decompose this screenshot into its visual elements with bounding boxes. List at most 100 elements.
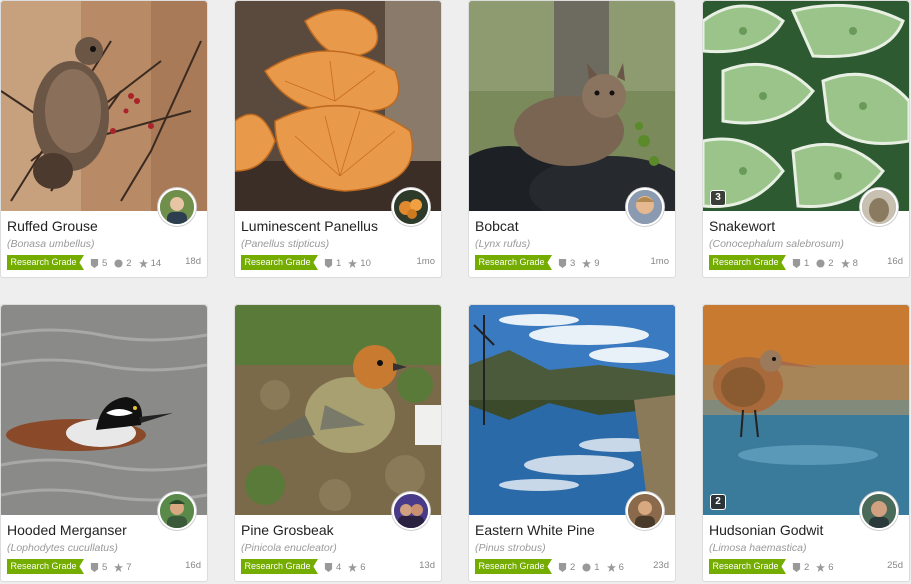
comment-icon bbox=[114, 258, 123, 268]
species-scientific-name: (Bonasa umbellus) bbox=[7, 238, 95, 250]
identifications-stat: 1 bbox=[324, 258, 341, 269]
observer-avatar[interactable] bbox=[860, 492, 898, 530]
observation-stats: 4 6 bbox=[324, 560, 373, 574]
star-icon bbox=[114, 562, 124, 572]
observation-photo[interactable] bbox=[469, 1, 675, 211]
species-common-name[interactable]: Hooded Merganser bbox=[7, 522, 155, 538]
comment-icon bbox=[582, 562, 591, 572]
observation-age: 16d bbox=[887, 256, 903, 267]
observation-card[interactable]: Eastern White Pine (Pinus strobus) Resea… bbox=[468, 304, 676, 582]
species-scientific-name: (Lophodytes cucullatus) bbox=[7, 542, 118, 554]
comments-stat: 1 bbox=[582, 562, 600, 573]
species-scientific-name: (Panellus stipticus) bbox=[241, 238, 330, 250]
observation-card[interactable]: Bobcat (Lynx rufus) Research Grade 3 9 1… bbox=[468, 0, 676, 278]
observation-age: 1mo bbox=[650, 256, 669, 267]
faves-stat: 6 bbox=[606, 562, 624, 573]
observation-age: 23d bbox=[653, 560, 669, 571]
star-icon bbox=[138, 258, 148, 268]
observation-card[interactable]: 2 Hudsonian Godwit (Limosa haemastica) R… bbox=[702, 304, 910, 582]
faves-stat: 7 bbox=[114, 562, 132, 573]
research-grade-badge: Research Grade bbox=[709, 255, 786, 270]
observation-age: 25d bbox=[887, 560, 903, 571]
species-scientific-name: (Pinus strobus) bbox=[475, 542, 546, 554]
identifications-stat: 2 bbox=[792, 562, 809, 573]
identification-icon bbox=[558, 562, 567, 572]
species-common-name[interactable]: Snakewort bbox=[709, 218, 857, 234]
star-icon bbox=[816, 562, 826, 572]
comment-icon bbox=[816, 258, 825, 268]
observation-stats: 2 6 bbox=[792, 560, 841, 574]
observer-avatar[interactable] bbox=[392, 188, 430, 226]
comments-stat: 2 bbox=[114, 258, 132, 269]
star-icon bbox=[582, 258, 592, 268]
observer-avatar[interactable] bbox=[860, 188, 898, 226]
species-common-name[interactable]: Hudsonian Godwit bbox=[709, 522, 857, 538]
observation-card[interactable]: Luminescent Panellus (Panellus stipticus… bbox=[234, 0, 442, 278]
observation-age: 1mo bbox=[416, 256, 435, 267]
research-grade-badge: Research Grade bbox=[709, 559, 786, 574]
species-scientific-name: (Limosa haemastica) bbox=[709, 542, 807, 554]
observation-card[interactable]: Hooded Merganser (Lophodytes cucullatus)… bbox=[0, 304, 208, 582]
species-common-name[interactable]: Ruffed Grouse bbox=[7, 218, 155, 234]
research-grade-badge: Research Grade bbox=[7, 255, 84, 270]
observation-stats: 1 2 8 bbox=[792, 256, 865, 270]
photo-count-badge: 3 bbox=[710, 190, 726, 206]
species-scientific-name: (Pinicola enucleator) bbox=[241, 542, 337, 554]
observation-stats: 5 2 14 bbox=[90, 256, 168, 270]
star-icon bbox=[606, 562, 616, 572]
observation-grid: Ruffed Grouse (Bonasa umbellus) Research… bbox=[0, 0, 911, 584]
species-common-name[interactable]: Luminescent Panellus bbox=[241, 218, 389, 234]
identification-icon bbox=[90, 562, 99, 572]
photo-count-badge: 2 bbox=[710, 494, 726, 510]
identifications-stat: 4 bbox=[324, 562, 341, 573]
observer-avatar[interactable] bbox=[626, 492, 664, 530]
observation-stats: 5 7 bbox=[90, 560, 139, 574]
research-grade-badge: Research Grade bbox=[7, 559, 84, 574]
species-common-name[interactable]: Pine Grosbeak bbox=[241, 522, 389, 538]
identification-icon bbox=[792, 562, 801, 572]
research-grade-badge: Research Grade bbox=[475, 255, 552, 270]
identifications-stat: 5 bbox=[90, 562, 107, 573]
observation-photo[interactable] bbox=[703, 305, 909, 515]
observation-age: 13d bbox=[419, 560, 435, 571]
observer-avatar[interactable] bbox=[626, 188, 664, 226]
identification-icon bbox=[792, 258, 801, 268]
identification-icon bbox=[90, 258, 99, 268]
species-scientific-name: (Conocephalum salebrosum) bbox=[709, 238, 844, 250]
identification-icon bbox=[558, 258, 567, 268]
observation-card[interactable]: 3 Snakewort (Conocephalum salebrosum) Re… bbox=[702, 0, 910, 278]
research-grade-badge: Research Grade bbox=[241, 255, 318, 270]
observer-avatar[interactable] bbox=[392, 492, 430, 530]
observation-stats: 3 9 bbox=[558, 256, 607, 270]
identifications-stat: 1 bbox=[792, 258, 809, 269]
species-common-name[interactable]: Eastern White Pine bbox=[475, 522, 623, 538]
identifications-stat: 5 bbox=[90, 258, 107, 269]
observation-card[interactable]: Ruffed Grouse (Bonasa umbellus) Research… bbox=[0, 0, 208, 278]
faves-stat: 6 bbox=[348, 562, 366, 573]
faves-stat: 10 bbox=[348, 258, 371, 269]
faves-stat: 6 bbox=[816, 562, 834, 573]
observer-avatar[interactable] bbox=[158, 188, 196, 226]
faves-stat: 8 bbox=[840, 258, 858, 269]
observation-photo[interactable] bbox=[235, 1, 441, 211]
faves-stat: 14 bbox=[138, 258, 161, 269]
observer-avatar[interactable] bbox=[158, 492, 196, 530]
identification-icon bbox=[324, 258, 333, 268]
observation-stats: 2 1 6 bbox=[558, 560, 631, 574]
observation-card[interactable]: Pine Grosbeak (Pinicola enucleator) Rese… bbox=[234, 304, 442, 582]
observation-photo[interactable] bbox=[469, 305, 675, 515]
research-grade-badge: Research Grade bbox=[241, 559, 318, 574]
observation-photo[interactable] bbox=[235, 305, 441, 515]
species-common-name[interactable]: Bobcat bbox=[475, 218, 623, 234]
observation-photo[interactable] bbox=[1, 1, 207, 211]
observation-age: 16d bbox=[185, 560, 201, 571]
faves-stat: 9 bbox=[582, 258, 600, 269]
identifications-stat: 3 bbox=[558, 258, 575, 269]
star-icon bbox=[348, 562, 358, 572]
star-icon bbox=[348, 258, 358, 268]
species-scientific-name: (Lynx rufus) bbox=[475, 238, 531, 250]
observation-photo[interactable] bbox=[703, 1, 909, 211]
observation-photo[interactable] bbox=[1, 305, 207, 515]
identifications-stat: 2 bbox=[558, 562, 575, 573]
star-icon bbox=[840, 258, 850, 268]
